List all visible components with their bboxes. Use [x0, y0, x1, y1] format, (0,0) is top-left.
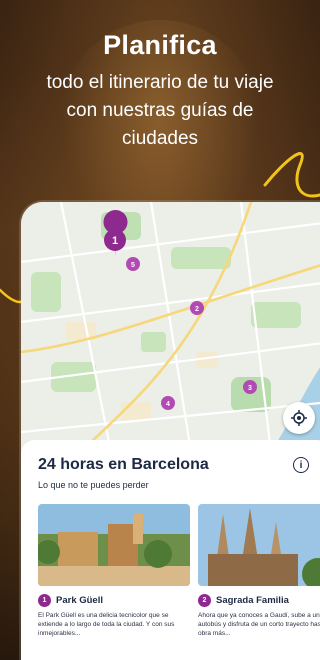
- svg-text:5: 5: [131, 262, 135, 269]
- guide-subtitle: Lo que no te puedes perder: [38, 480, 149, 490]
- guide-sheet: 24 horas en Barcelona i Lo que no te pue…: [21, 440, 320, 660]
- map-pin-3[interactable]: 3: [243, 380, 257, 394]
- place-title: Sagrada Familia: [216, 595, 289, 606]
- locate-me-button[interactable]: [283, 402, 315, 434]
- map-pin-2[interactable]: 2: [190, 301, 204, 315]
- target-icon: [291, 410, 307, 426]
- map-pin-5[interactable]: 5: [126, 257, 140, 271]
- place-number-badge: 1: [38, 594, 51, 607]
- page-title: Planifica: [103, 30, 217, 60]
- place-number-badge: 2: [198, 594, 211, 607]
- headline: Planifica todo el itinerario de tu viaje…: [0, 30, 320, 153]
- page-subtitle: todo el itinerario de tu viaje con nuest…: [46, 72, 274, 149]
- place-card-park-guell[interactable]: 1 Park Güell El Park Güell es una delici…: [38, 504, 190, 638]
- city-map[interactable]: 1 5 2 3 4: [21, 202, 320, 452]
- place-card-sagrada-familia[interactable]: 2 Sagrada Familia Ahora que ya conoces a…: [198, 504, 320, 638]
- svg-text:3: 3: [248, 385, 252, 392]
- svg-text:2: 2: [195, 306, 199, 313]
- map-pin-4[interactable]: 4: [161, 396, 175, 410]
- sagrada-familia-photo: [198, 504, 320, 586]
- park-guell-photo: [38, 504, 190, 586]
- place-description: El Park Güell es una delicia tecnicolor …: [38, 612, 175, 637]
- place-description: Ahora que ya conoces a Gaudí, sube a un …: [198, 612, 320, 637]
- guide-title: 24 horas en Barcelona: [38, 456, 209, 473]
- svg-text:1: 1: [112, 235, 118, 247]
- svg-text:4: 4: [166, 401, 170, 408]
- info-icon[interactable]: i: [293, 457, 309, 473]
- phone-mockup: 1 5 2 3 4 24 horas en Barcelona i Lo que…: [21, 202, 320, 660]
- place-title: Park Güell: [56, 595, 103, 606]
- place-cards: 1 Park Güell El Park Güell es una delici…: [38, 504, 320, 638]
